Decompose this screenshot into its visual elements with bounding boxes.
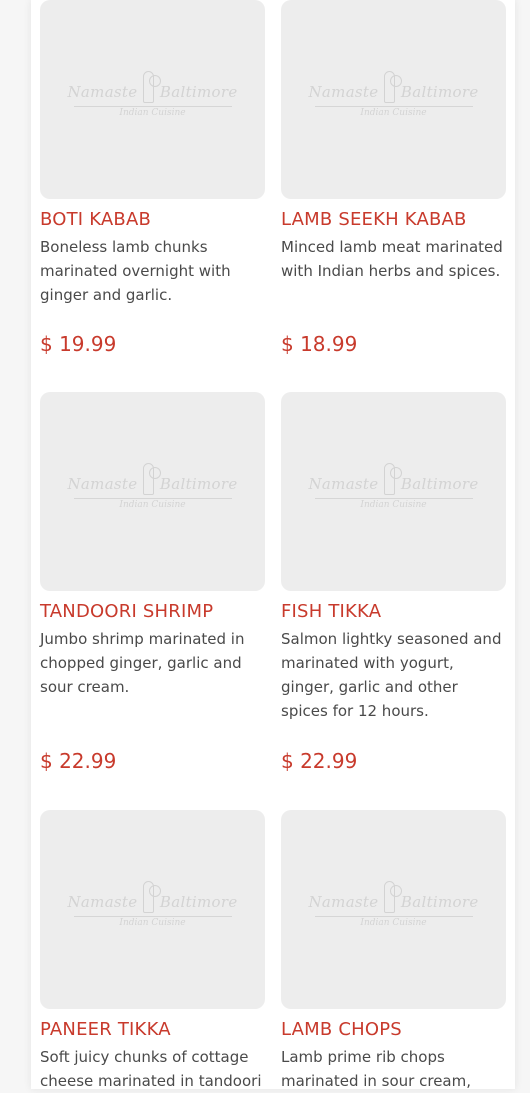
logo-text-left: Namaste xyxy=(308,474,379,493)
logo-figure-icon xyxy=(143,71,163,103)
logo-text-right: Baltimore xyxy=(159,474,238,493)
restaurant-logo: Namaste Baltimore Indian Cuisine xyxy=(67,463,238,510)
logo-text-right: Baltimore xyxy=(400,892,479,911)
logo-divider xyxy=(314,498,473,499)
logo-divider xyxy=(314,106,473,107)
menu-item-description: Boneless lamb chunks marinated overnight… xyxy=(40,238,231,304)
menu-item-title[interactable]: PANEER TIKKA xyxy=(40,1019,266,1041)
restaurant-logo: Namaste Baltimore Indian Cuisine xyxy=(308,71,479,118)
menu-item-description: Minced lamb meat marinated with Indian h… xyxy=(281,238,503,280)
menu-item-title[interactable]: BOTI KABAB xyxy=(40,209,266,231)
menu-item-price: $ 19.99 xyxy=(40,332,117,356)
menu-item-price: $ 18.99 xyxy=(281,332,358,356)
menu-item-price: $ 22.99 xyxy=(281,749,358,773)
logo-subtitle: Indian Cuisine xyxy=(119,500,186,510)
logo-subtitle: Indian Cuisine xyxy=(360,918,427,928)
menu-item-image[interactable]: Namaste Baltimore Indian Cuisine xyxy=(281,810,506,1009)
logo-subtitle: Indian Cuisine xyxy=(360,500,427,510)
menu-item-image[interactable]: Namaste Baltimore Indian Cuisine xyxy=(281,0,506,199)
logo-figure-icon xyxy=(384,463,404,495)
menu-item-image[interactable]: Namaste Baltimore Indian Cuisine xyxy=(40,0,265,199)
logo-figure-icon xyxy=(384,881,404,913)
logo-figure-icon xyxy=(143,463,163,495)
logo-text-right: Baltimore xyxy=(159,82,238,101)
menu-item-card[interactable]: Namaste Baltimore Indian Cuisine PANEER … xyxy=(40,810,266,1093)
logo-subtitle: Indian Cuisine xyxy=(119,108,186,118)
restaurant-logo: Namaste Baltimore Indian Cuisine xyxy=(67,881,238,928)
restaurant-logo: Namaste Baltimore Indian Cuisine xyxy=(308,881,479,928)
logo-text-left: Namaste xyxy=(67,82,138,101)
logo-subtitle: Indian Cuisine xyxy=(119,918,186,928)
logo-text-left: Namaste xyxy=(308,892,379,911)
logo-divider xyxy=(73,916,232,917)
logo-text-right: Baltimore xyxy=(159,892,238,911)
restaurant-logo: Namaste Baltimore Indian Cuisine xyxy=(67,71,238,118)
menu-item-card[interactable]: Namaste Baltimore Indian Cuisine BOTI KA… xyxy=(40,0,266,356)
menu-item-title[interactable]: LAMB CHOPS xyxy=(281,1019,507,1041)
menu-item-card[interactable]: Namaste Baltimore Indian Cuisine LAMB SE… xyxy=(281,0,507,356)
logo-text-left: Namaste xyxy=(67,892,138,911)
menu-item-image[interactable]: Namaste Baltimore Indian Cuisine xyxy=(40,810,265,1009)
logo-divider xyxy=(314,916,473,917)
logo-text-right: Baltimore xyxy=(400,82,479,101)
menu-item-title[interactable]: FISH TIKKA xyxy=(281,601,507,623)
menu-item-price: $ 22.99 xyxy=(40,749,117,773)
menu-item-card[interactable]: Namaste Baltimore Indian Cuisine TANDOOR… xyxy=(40,392,266,773)
menu-item-card[interactable]: Namaste Baltimore Indian Cuisine LAMB CH… xyxy=(281,810,507,1093)
menu-item-card[interactable]: Namaste Baltimore Indian Cuisine FISH TI… xyxy=(281,392,507,773)
menu-item-title[interactable]: TANDOORI SHRIMP xyxy=(40,601,266,623)
logo-figure-icon xyxy=(384,71,404,103)
menu-item-description: Soft juicy chunks of cottage cheese mari… xyxy=(40,1048,262,1090)
logo-subtitle: Indian Cuisine xyxy=(360,108,427,118)
logo-divider xyxy=(73,106,232,107)
logo-text-left: Namaste xyxy=(308,82,379,101)
menu-item-title[interactable]: LAMB SEEKH KABAB xyxy=(281,209,507,231)
logo-figure-icon xyxy=(143,881,163,913)
menu-item-description: Salmon lightky seasoned and marinated wi… xyxy=(281,630,502,720)
logo-divider xyxy=(73,498,232,499)
restaurant-logo: Namaste Baltimore Indian Cuisine xyxy=(308,463,479,510)
menu-item-description: Lamb prime rib chops marinated in sour c… xyxy=(281,1048,471,1090)
logo-text-right: Baltimore xyxy=(400,474,479,493)
logo-text-left: Namaste xyxy=(67,474,138,493)
menu-item-description: Jumbo shrimp marinated in chopped ginger… xyxy=(40,630,245,696)
menu-item-image[interactable]: Namaste Baltimore Indian Cuisine xyxy=(40,392,265,591)
menu-item-image[interactable]: Namaste Baltimore Indian Cuisine xyxy=(281,392,506,591)
